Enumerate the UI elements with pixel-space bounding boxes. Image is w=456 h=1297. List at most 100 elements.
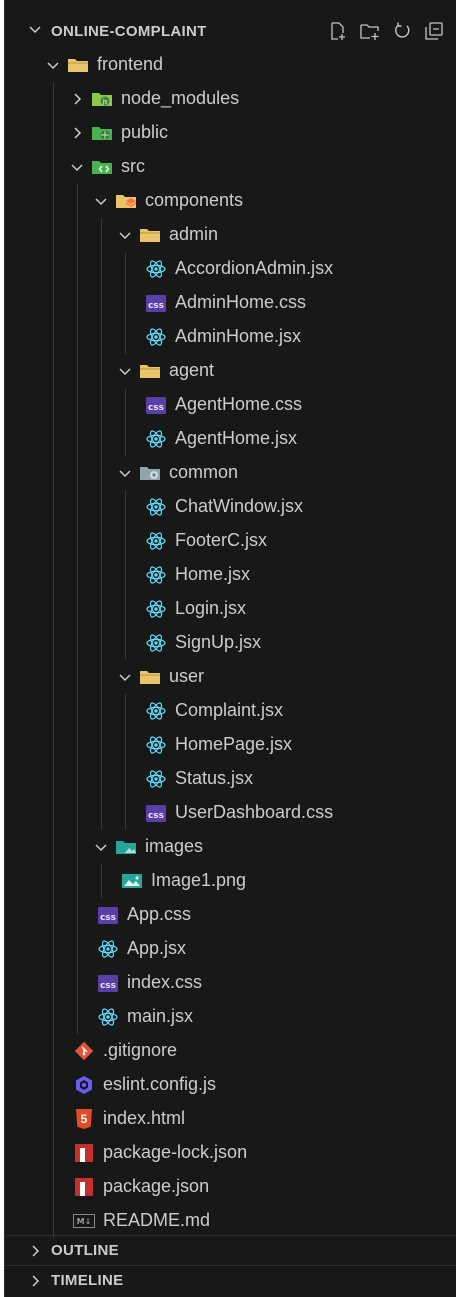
tree-file-row[interactable]: Login.jsx	[5, 592, 456, 626]
tree-file-row[interactable]: package.json	[5, 1170, 456, 1204]
chevron-down-icon[interactable]	[117, 363, 133, 379]
new-file-icon[interactable]	[327, 20, 349, 42]
collapse-all-icon[interactable]	[423, 20, 445, 42]
indent-guide	[125, 694, 126, 830]
folder-icon	[139, 224, 161, 246]
css-icon: css	[145, 394, 167, 416]
timeline-section[interactable]: TIMELINE	[5, 1265, 456, 1294]
tree-folder-row[interactable]: public	[5, 116, 456, 150]
tree-folder-row[interactable]: common	[5, 456, 456, 490]
tree-file-row[interactable]: .gitignore	[5, 1034, 456, 1068]
tree-file-row[interactable]: AgentHome.jsx	[5, 422, 456, 456]
tree-file-row[interactable]: AccordionAdmin.jsx	[5, 252, 456, 286]
indent-guide	[125, 388, 126, 456]
npm-icon	[73, 1176, 95, 1198]
file-tree: frontend js node_modulespublic src component…	[5, 48, 456, 1238]
tree-item-label: UserDashboard.css	[175, 802, 334, 822]
tree-file-row[interactable]: ChatWindow.jsx	[5, 490, 456, 524]
chevron-down-icon[interactable]	[69, 159, 85, 175]
tree-file-row[interactable]: Home.jsx	[5, 558, 456, 592]
tree-item-label: index.css	[127, 972, 203, 992]
tree-folder-row[interactable]: src	[5, 150, 456, 184]
tree-folder-row[interactable]: components	[5, 184, 456, 218]
image-icon	[121, 870, 143, 892]
tree-file-row[interactable]: css index.css	[5, 966, 456, 1000]
tree-item-label: HomePage.jsx	[175, 734, 293, 754]
tree-item-label: Complaint.jsx	[175, 700, 284, 720]
timeline-title: TIMELINE	[51, 1272, 124, 1289]
src-folder-icon	[91, 156, 113, 178]
tree-item-label: Image1.png	[151, 870, 247, 890]
tree-file-row[interactable]: css App.css	[5, 898, 456, 932]
react-icon	[145, 768, 167, 790]
tree-file-row[interactable]: SignUp.jsx	[5, 626, 456, 660]
react-icon	[145, 326, 167, 348]
tree-file-row[interactable]: Status.jsx	[5, 762, 456, 796]
tree-file-row[interactable]: App.jsx	[5, 932, 456, 966]
react-icon	[145, 564, 167, 586]
tree-item-label: Status.jsx	[175, 768, 254, 788]
tree-file-row[interactable]: HomePage.jsx	[5, 728, 456, 762]
react-icon	[145, 700, 167, 722]
chevron-down-icon[interactable]	[27, 21, 43, 42]
tree-item-label: public	[121, 122, 169, 142]
chevron-right-icon[interactable]	[69, 125, 85, 141]
tree-item-label: index.html	[103, 1108, 186, 1128]
tree-file-row[interactable]: package-lock.json	[5, 1136, 456, 1170]
outline-section[interactable]: OUTLINE	[5, 1235, 456, 1264]
css-icon: css	[145, 292, 167, 314]
tree-item-label: node_modules	[121, 88, 240, 108]
chevron-down-icon[interactable]	[117, 465, 133, 481]
tree-folder-row[interactable]: admin	[5, 218, 456, 252]
tree-file-row[interactable]: css AdminHome.css	[5, 286, 456, 320]
tree-file-row[interactable]: M↓ README.md	[5, 1204, 456, 1238]
react-icon	[145, 496, 167, 518]
react-icon	[145, 632, 167, 654]
tree-item-label: eslint.config.js	[103, 1074, 217, 1094]
git-icon	[73, 1040, 95, 1062]
react-icon	[97, 938, 119, 960]
tree-folder-row[interactable]: frontend	[5, 48, 456, 82]
chevron-down-icon[interactable]	[117, 669, 133, 685]
tree-file-row[interactable]: Complaint.jsx	[5, 694, 456, 728]
tree-file-row[interactable]: Image1.png	[5, 864, 456, 898]
tree-file-row[interactable]: eslint.config.js	[5, 1068, 456, 1102]
html-icon: 5	[73, 1108, 95, 1130]
indent-guide	[125, 252, 126, 354]
chevron-down-icon[interactable]	[45, 57, 61, 73]
tree-item-label: images	[145, 836, 204, 856]
css-icon: css	[97, 904, 119, 926]
refresh-icon[interactable]	[391, 20, 413, 42]
indent-guide	[101, 864, 102, 898]
tree-file-row[interactable]: 5 index.html	[5, 1102, 456, 1136]
tree-item-label: AgentHome.css	[175, 394, 303, 414]
tree-file-row[interactable]: main.jsx	[5, 1000, 456, 1034]
markdown-icon: M↓	[73, 1210, 95, 1232]
tree-file-row[interactable]: css UserDashboard.css	[5, 796, 456, 830]
folder-icon	[139, 666, 161, 688]
react-icon	[145, 530, 167, 552]
tree-item-label: src	[121, 156, 145, 176]
chevron-down-icon[interactable]	[93, 839, 109, 855]
tree-folder-row[interactable]: js node_modules	[5, 82, 456, 116]
svg-text:js: js	[102, 99, 108, 106]
tree-file-row[interactable]: AdminHome.jsx	[5, 320, 456, 354]
chevron-down-icon[interactable]	[117, 227, 133, 243]
tree-folder-row[interactable]: agent	[5, 354, 456, 388]
explorer-header[interactable]: ONLINE-COMPLAINT	[5, 14, 456, 48]
css-icon: css	[97, 972, 119, 994]
indent-guide	[53, 82, 54, 1238]
tree-file-row[interactable]: css AgentHome.css	[5, 388, 456, 422]
tree-file-row[interactable]: FooterC.jsx	[5, 524, 456, 558]
chevron-down-icon[interactable]	[93, 193, 109, 209]
indent-guide	[77, 184, 78, 1034]
tree-item-label: Login.jsx	[175, 598, 247, 618]
react-icon	[145, 734, 167, 756]
tree-folder-row[interactable]: user	[5, 660, 456, 694]
node-folder-icon: js	[91, 88, 113, 110]
new-folder-icon[interactable]	[359, 20, 381, 42]
chevron-right-icon[interactable]	[27, 1243, 43, 1264]
chevron-right-icon[interactable]	[27, 1273, 43, 1294]
tree-folder-row[interactable]: images	[5, 830, 456, 864]
chevron-right-icon[interactable]	[69, 91, 85, 107]
